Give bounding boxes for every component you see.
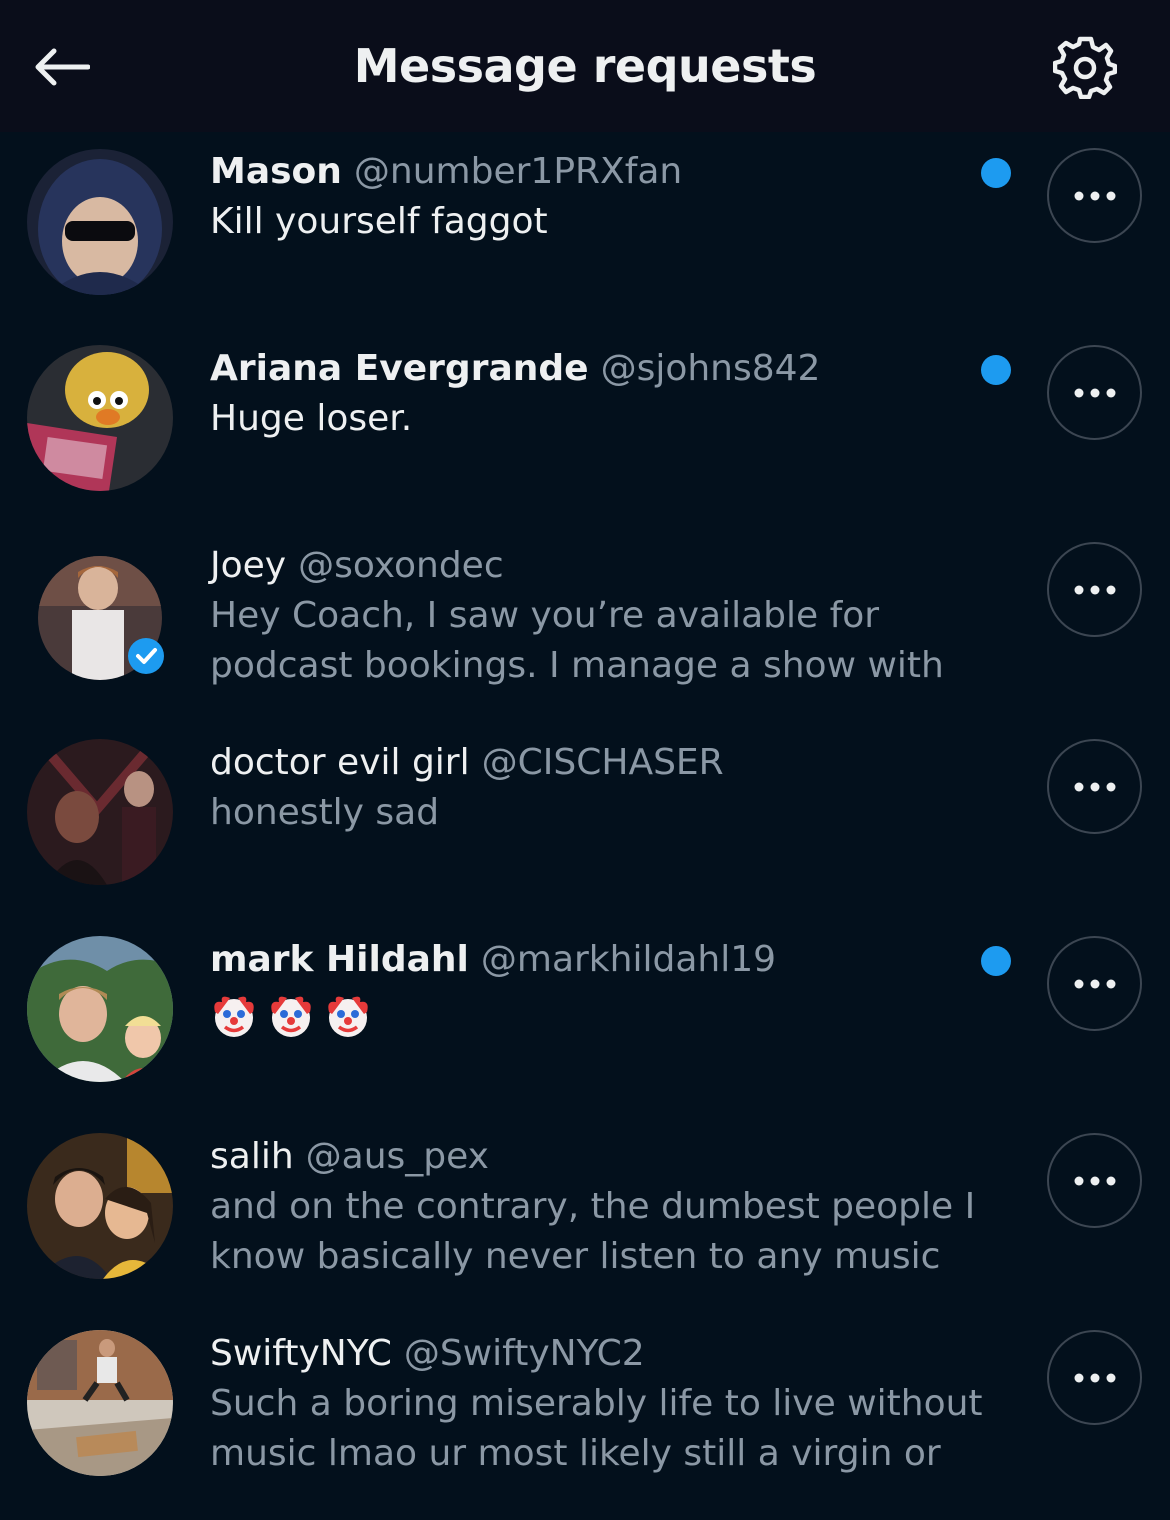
sender-name: Ariana Evergrande bbox=[210, 348, 589, 389]
sender-name: mark Hildahl bbox=[210, 939, 469, 980]
more-horizontal-icon bbox=[1074, 585, 1115, 594]
message-preview: 🤡🤡🤡 bbox=[210, 990, 970, 1040]
sender-handle: @markhildahl19 bbox=[480, 939, 777, 980]
more-options-button[interactable] bbox=[1047, 1133, 1142, 1228]
more-horizontal-icon bbox=[1074, 979, 1115, 988]
back-button[interactable] bbox=[30, 38, 92, 96]
sender-handle: @soxondec bbox=[298, 545, 504, 586]
list-item[interactable]: Ariana Evergrande @sjohns842 Huge loser. bbox=[0, 329, 1170, 526]
avatar[interactable] bbox=[27, 739, 173, 885]
more-options-button[interactable] bbox=[1047, 739, 1142, 834]
more-options-button[interactable] bbox=[1047, 1330, 1142, 1425]
more-options-button[interactable] bbox=[1047, 148, 1142, 243]
verified-badge-icon bbox=[128, 638, 164, 674]
sender-name: Joey bbox=[210, 545, 287, 586]
sender-handle: @SwiftyNYC2 bbox=[403, 1333, 645, 1374]
unread-indicator bbox=[981, 946, 1011, 976]
message-preview: and on the contrary, the dumbest people … bbox=[210, 1186, 976, 1277]
more-horizontal-icon bbox=[1074, 782, 1115, 791]
more-horizontal-icon bbox=[1074, 1373, 1115, 1382]
gear-icon bbox=[1053, 36, 1117, 99]
avatar[interactable] bbox=[27, 345, 173, 491]
sender-handle: @number1PRXfan bbox=[353, 151, 683, 192]
more-horizontal-icon bbox=[1074, 1176, 1115, 1185]
top-bar: Message requests bbox=[0, 0, 1170, 132]
list-item[interactable]: salih @aus_pex and on the contrary, the d… bbox=[0, 1117, 1170, 1314]
list-item[interactable]: Mason @number1PRXfan Kill yourself faggot bbox=[0, 132, 1170, 329]
more-options-button[interactable] bbox=[1047, 542, 1142, 637]
list-item[interactable]: SwiftyNYC @SwiftyNYC2 Such a boring miser… bbox=[0, 1314, 1170, 1511]
more-horizontal-icon bbox=[1074, 388, 1115, 397]
message-preview: honestly sad bbox=[210, 792, 440, 833]
more-options-button[interactable] bbox=[1047, 345, 1142, 440]
message-preview: Kill yourself faggot bbox=[210, 201, 548, 242]
avatar[interactable] bbox=[27, 149, 173, 295]
list-item[interactable]: Joey @soxondec Hey Coach, I saw you’re av… bbox=[0, 526, 1170, 723]
message-preview: Huge loser. bbox=[210, 398, 413, 439]
message-preview: Hey Coach, I saw you’re available for po… bbox=[210, 595, 944, 686]
more-horizontal-icon bbox=[1074, 191, 1115, 200]
arrow-left-icon bbox=[35, 48, 90, 86]
sender-name: salih bbox=[210, 1136, 294, 1177]
avatar[interactable] bbox=[27, 1330, 173, 1476]
page-title: Message requests bbox=[353, 39, 817, 93]
more-options-button[interactable] bbox=[1047, 936, 1142, 1031]
unread-indicator bbox=[981, 355, 1011, 385]
unread-indicator bbox=[981, 158, 1011, 188]
sender-name: Mason bbox=[210, 151, 342, 192]
sender-handle: @sjohns842 bbox=[600, 348, 821, 389]
message-preview: Such a boring miserably life to live wit… bbox=[210, 1383, 983, 1474]
sender-handle: @aus_pex bbox=[305, 1136, 489, 1177]
sender-name: SwiftyNYC bbox=[210, 1333, 392, 1374]
avatar[interactable] bbox=[27, 1133, 173, 1279]
settings-button[interactable] bbox=[1050, 32, 1120, 102]
list-item[interactable]: doctor evil girl @CISCHASER honestly sad bbox=[0, 723, 1170, 920]
list-item[interactable]: mark Hildahl @markhildahl19 🤡🤡🤡 bbox=[0, 920, 1170, 1117]
sender-name: doctor evil girl bbox=[210, 742, 470, 783]
sender-handle: @CISCHASER bbox=[481, 742, 724, 783]
avatar[interactable] bbox=[27, 936, 173, 1082]
